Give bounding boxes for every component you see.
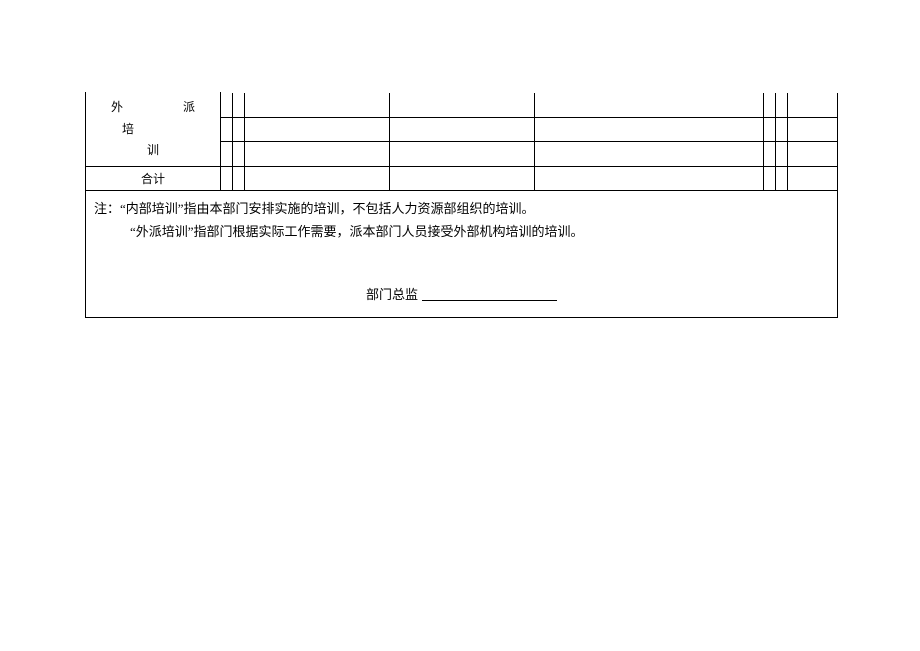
cell: [776, 93, 788, 118]
cell: [233, 117, 245, 142]
char-pei: 培: [92, 119, 214, 141]
cell: [221, 93, 233, 118]
cell: [221, 117, 233, 142]
cell: [776, 142, 788, 167]
cell: [245, 166, 390, 190]
cell: [764, 142, 776, 167]
cell: [221, 166, 233, 190]
cell: [788, 166, 838, 190]
char-pai: 派: [183, 97, 195, 119]
char-xun: 训: [92, 140, 214, 162]
cell: [764, 166, 776, 190]
cell: [535, 142, 764, 167]
table-row: 外派 培 训: [86, 93, 838, 118]
cell: [535, 93, 764, 118]
cell: [233, 93, 245, 118]
cell: [390, 142, 535, 167]
cell: [245, 117, 390, 142]
cell: [776, 117, 788, 142]
cell: [788, 142, 838, 167]
cell: [764, 117, 776, 142]
training-plan-table: 外 派 培 训: [85, 92, 838, 318]
cell: [776, 166, 788, 190]
char-wai: 外: [111, 97, 123, 119]
cell: [221, 142, 233, 167]
cell: [245, 93, 390, 118]
signature-label: 部门总监: [366, 287, 418, 302]
cell: [788, 93, 838, 118]
cell: [764, 93, 776, 118]
note-line-1: 注：“内部培训”指由本部门安排实施的培训，不包括人力资源部组织的培训。: [94, 197, 829, 220]
cell: [535, 166, 764, 190]
form-table-container: 外 派 培 训: [85, 92, 837, 318]
total-label-cell: 合计: [86, 166, 221, 190]
cell: [788, 117, 838, 142]
cell: [390, 166, 535, 190]
row-title-external-training: 外 派 培 训: [86, 93, 221, 167]
cell: [390, 93, 535, 118]
signature-row: 部门总监: [86, 280, 838, 318]
cell: [233, 166, 245, 190]
cell: [233, 142, 245, 167]
signature-line: [422, 300, 557, 301]
notes-row: 注：“内部培训”指由本部门安排实施的培训，不包括人力资源部组织的培训。 “外派培…: [86, 190, 838, 279]
cell: [245, 142, 390, 167]
notes-cell: 注：“内部培训”指由本部门安排实施的培训，不包括人力资源部组织的培训。 “外派培…: [86, 190, 838, 279]
total-row: 合计: [86, 166, 838, 190]
cell: [390, 117, 535, 142]
signature-cell: 部门总监: [86, 280, 838, 318]
note-line-2: “外派培训”指部门根据实际工作需要，派本部门人员接受外部机构培训的培训。: [94, 220, 829, 243]
cell: [535, 117, 764, 142]
